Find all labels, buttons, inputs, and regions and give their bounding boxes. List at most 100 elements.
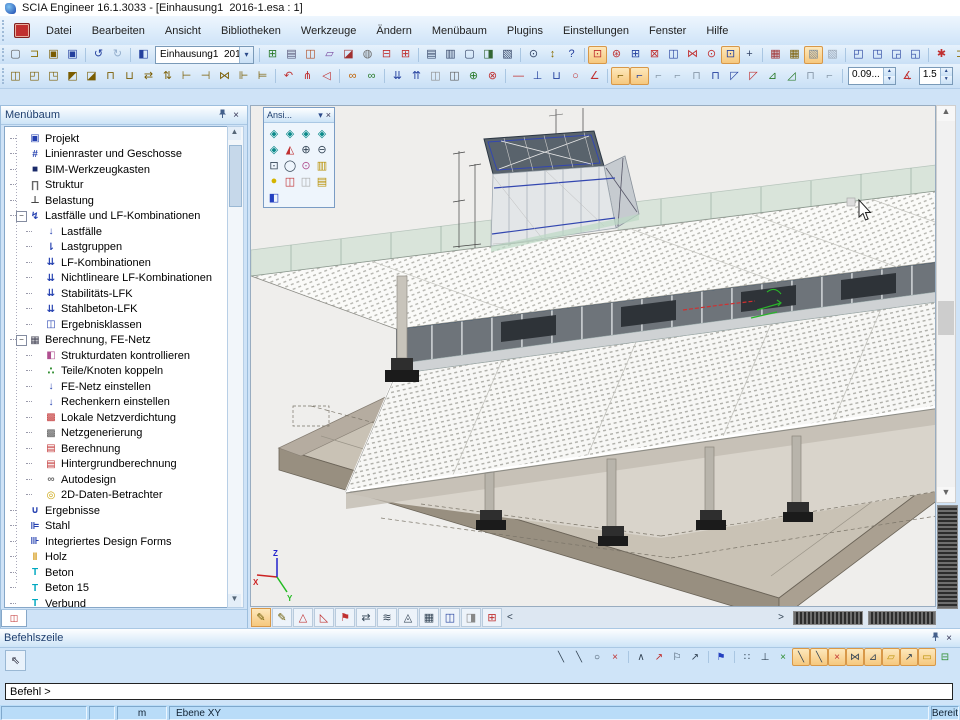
- toolbar-icon[interactable]: ⊿: [763, 67, 782, 85]
- toolbar-icon[interactable]: ◩: [63, 67, 82, 85]
- toolbar-icon[interactable]: ◸: [744, 67, 763, 85]
- tree-item[interactable]: ⇊ Stabilitäts-LFK: [5, 286, 227, 302]
- toolbar-icon[interactable]: ⊞: [626, 46, 645, 64]
- chevron-down-icon[interactable]: ▾: [239, 47, 253, 63]
- tree-item[interactable]: ‖ Holz: [5, 550, 227, 566]
- tree-item[interactable]: ∏ Struktur: [5, 178, 227, 194]
- toolbar-icon[interactable]: ◲: [887, 46, 906, 64]
- close-icon[interactable]: ×: [942, 633, 956, 644]
- toolbar-icon[interactable]: ⋈: [215, 67, 234, 85]
- tree-item[interactable]: ▣ Projekt: [5, 131, 227, 147]
- view-tool-icon[interactable]: ◈: [266, 125, 282, 141]
- menu-item[interactable]: Plugins: [497, 22, 553, 40]
- tree-item[interactable]: ∪ Ergebnisse: [5, 503, 227, 519]
- toolbar-icon[interactable]: ▣: [44, 46, 63, 64]
- toolbar-icon[interactable]: ◿: [782, 67, 801, 85]
- toolbar-icon[interactable]: ○: [566, 67, 585, 85]
- toolbar-icon[interactable]: ⊠: [645, 46, 664, 64]
- menubaum-tab[interactable]: ◫: [1, 610, 27, 627]
- toolbar-icon[interactable]: ◳: [868, 46, 887, 64]
- view-tool-icon[interactable]: ⊖: [314, 141, 330, 157]
- toolbar-icon[interactable]: ↻: [108, 46, 127, 64]
- toolbar-icon[interactable]: [381, 68, 388, 84]
- scrollbar-thumb[interactable]: [229, 145, 242, 207]
- toolbar-icon[interactable]: ◫: [445, 67, 464, 85]
- toolbar-icon[interactable]: ▢: [6, 46, 25, 64]
- scroll-down-icon[interactable]: ▼: [937, 487, 955, 502]
- toolbar-icon[interactable]: ◧: [134, 46, 153, 64]
- toolbar-icon[interactable]: ?: [562, 46, 581, 64]
- toolbar-icon[interactable]: ⇄: [139, 67, 158, 85]
- snap-icon[interactable]: ⋈: [846, 648, 864, 666]
- tree-item[interactable]: ▤ Hintergrundberechnung: [5, 457, 227, 473]
- toolbar-icon[interactable]: ◫: [6, 67, 25, 85]
- toolbar-icon[interactable]: ⇈: [407, 67, 426, 85]
- toolbar-icon[interactable]: ⊥: [528, 67, 547, 85]
- toolbar-icon[interactable]: ◰: [25, 67, 44, 85]
- view-tool-icon[interactable]: ◭: [282, 141, 298, 157]
- tree-item[interactable]: ⊥ Belastung: [5, 193, 227, 209]
- pin-icon[interactable]: [928, 632, 942, 644]
- toolbar-icon[interactable]: ↶: [279, 67, 298, 85]
- toolbar-icon[interactable]: ⊕: [464, 67, 483, 85]
- tree-item[interactable]: ⇊ Stahlbeton-LFK: [5, 302, 227, 318]
- toolbar-icon[interactable]: ⊣: [196, 67, 215, 85]
- scroll-left-icon[interactable]: <: [502, 612, 518, 623]
- snap-icon[interactable]: ∧: [632, 648, 650, 666]
- view-setting-icon[interactable]: ⚑: [335, 608, 355, 627]
- toolbar-icon[interactable]: ◪: [82, 67, 101, 85]
- menu-item[interactable]: Werkzeuge: [291, 22, 366, 40]
- menu-item[interactable]: Menübaum: [422, 22, 497, 40]
- tree-item[interactable]: ⊫ Stahl: [5, 519, 227, 535]
- toolbar-icon[interactable]: ▣: [63, 46, 82, 64]
- view-tool-icon[interactable]: ⊙: [298, 157, 314, 173]
- view-tool-icon[interactable]: ⊡: [266, 157, 282, 173]
- toolbar-icon[interactable]: [127, 47, 134, 63]
- toolbar-icon[interactable]: ⊐: [25, 46, 44, 64]
- snap-icon[interactable]: ○: [588, 648, 606, 666]
- toolbar-icon[interactable]: ⋈: [683, 46, 702, 64]
- toolbar-icon[interactable]: ◰: [849, 46, 868, 64]
- toolbar-icon[interactable]: ⇊: [388, 67, 407, 85]
- menu-item[interactable]: Fenster: [639, 22, 696, 40]
- snap-icon[interactable]: [704, 648, 712, 666]
- toolbar-icon[interactable]: ∞: [362, 67, 381, 85]
- scroll-right-icon[interactable]: >: [773, 612, 789, 623]
- view-tool-icon[interactable]: ◯: [282, 157, 298, 173]
- toolbar-icon[interactable]: ⊢: [177, 67, 196, 85]
- toolbar-icon[interactable]: ⊞: [396, 46, 415, 64]
- menu-item[interactable]: Bibliotheken: [211, 22, 291, 40]
- pointer-mode-button[interactable]: ⇖: [5, 650, 26, 671]
- view-setting-icon[interactable]: ≋: [377, 608, 397, 627]
- toolbar-icon[interactable]: ▧: [804, 46, 823, 64]
- view-setting-icon[interactable]: ⊞: [482, 608, 502, 627]
- toolbar-icon[interactable]: [82, 47, 89, 63]
- toolbar-icon[interactable]: ▦: [766, 46, 785, 64]
- snap-icon[interactable]: ∷: [738, 648, 756, 666]
- tree-item[interactable]: ↓ Rechenkern einstellen: [5, 395, 227, 411]
- scale-spinner[interactable]: 0.09... ▲▼: [848, 67, 896, 85]
- snap-icon[interactable]: ╲: [810, 648, 828, 666]
- tree-item[interactable]: − ↯ Lastfälle und LF-Kombinationen: [5, 209, 227, 225]
- snap-icon[interactable]: ╲: [792, 648, 810, 666]
- view-tool-icon[interactable]: ◈: [282, 125, 298, 141]
- menu-item[interactable]: Einstellungen: [553, 22, 639, 40]
- toolbar-icon[interactable]: [842, 47, 849, 63]
- toolbar-icon[interactable]: ⌐: [649, 67, 668, 85]
- vertical-scrollbar[interactable]: ▲ ▼: [936, 105, 956, 503]
- snap-icon[interactable]: ⊿: [864, 648, 882, 666]
- snap-icon[interactable]: ╲: [552, 648, 570, 666]
- tree-expander[interactable]: −: [16, 211, 27, 222]
- snap-icon[interactable]: ⚐: [668, 648, 686, 666]
- toolbar-icon[interactable]: ◨: [479, 46, 498, 64]
- document-icon[interactable]: [14, 23, 30, 38]
- tree-item[interactable]: ▩ Netzgenerierung: [5, 426, 227, 442]
- pin-icon[interactable]: [215, 109, 229, 121]
- tree-item[interactable]: ◧ Strukturdaten kontrollieren: [5, 348, 227, 364]
- tree-item[interactable]: T Beton 15: [5, 581, 227, 597]
- vertical-zoom-slider[interactable]: [937, 505, 958, 609]
- toolbar-icon[interactable]: ⊨: [253, 67, 272, 85]
- snap-icon[interactable]: ▭: [918, 648, 936, 666]
- snap-icon[interactable]: [730, 648, 738, 666]
- toolbar-grip[interactable]: [2, 68, 4, 85]
